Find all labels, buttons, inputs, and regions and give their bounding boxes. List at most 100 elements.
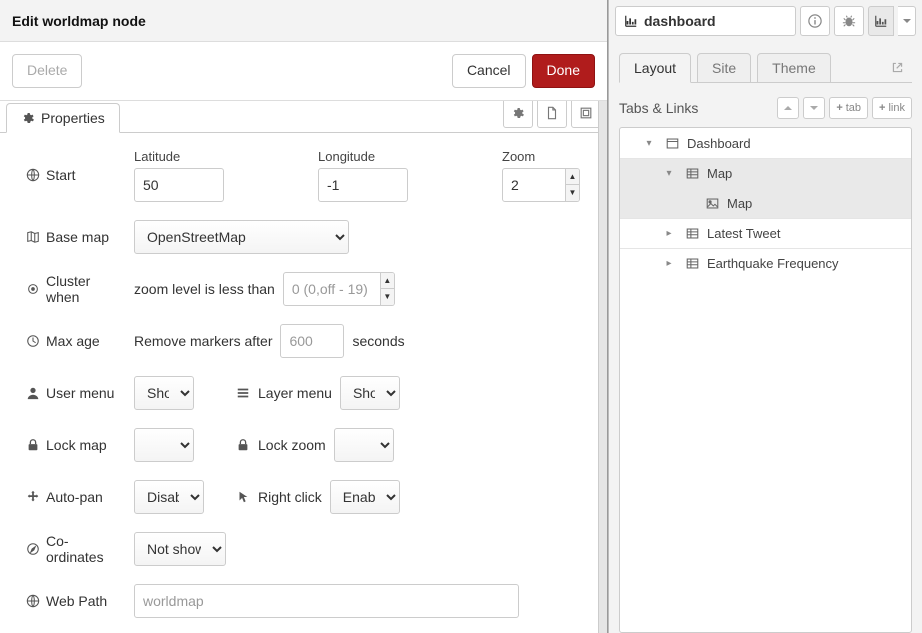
input-latitude[interactable] [134, 168, 224, 202]
maxage-prefix-text: Remove markers after [134, 333, 272, 349]
grid-icon [686, 257, 699, 270]
arrows-icon [26, 490, 40, 504]
chevron-down-icon: ▾ [660, 168, 678, 179]
cluster-spinner[interactable]: ▲▼ [381, 272, 395, 306]
map-icon [26, 230, 40, 244]
sidebar: dashboard Layout Site Theme Tabs & Links [608, 0, 922, 633]
input-maxage[interactable] [280, 324, 344, 358]
bars-icon [236, 386, 250, 400]
lock-icon [26, 438, 40, 452]
row-locks: Lock map Lock zoom [26, 428, 599, 462]
gear-icon [21, 111, 35, 125]
editor-title: Edit worldmap node [12, 13, 146, 29]
grid-icon [686, 167, 699, 180]
info-icon [808, 14, 822, 28]
scrollbar-thumb[interactable] [600, 391, 606, 531]
user-icon [26, 386, 40, 400]
add-link-button[interactable]: +link [872, 97, 912, 119]
delete-button[interactable]: Delete [12, 54, 82, 88]
done-button[interactable]: Done [532, 54, 595, 88]
cluster-prefix-text: zoom level is less than [134, 281, 275, 297]
form-area: Start Latitude Longitude Zoom ▲▼ [0, 133, 607, 633]
tab-layout[interactable]: Layout [619, 53, 691, 83]
tabs-links-title: Tabs & Links [619, 100, 698, 116]
caret-down-icon [903, 17, 911, 25]
editor-tab-bar: Properties [0, 101, 607, 133]
editor-dialog: Edit worldmap node Delete Cancel Done Pr… [0, 0, 608, 633]
move-down-button[interactable] [803, 97, 825, 119]
chart-icon [624, 14, 638, 28]
node-appearance-button[interactable] [571, 101, 601, 128]
globe-icon [26, 594, 40, 608]
layout-tree-scroll[interactable]: ▾ Dashboard ▾ Map Map ▸ Late [620, 128, 911, 632]
dashboard-view-caret[interactable] [898, 6, 916, 36]
tab-theme[interactable]: Theme [757, 53, 831, 83]
row-autopan: Auto-pan Disable Right click Enable [26, 480, 599, 514]
select-basemap[interactable]: OpenStreetMap [134, 220, 349, 254]
image-icon [706, 197, 719, 210]
select-lockzoom[interactable] [334, 428, 394, 462]
input-longitude[interactable] [318, 168, 408, 202]
tree-node-earthquake[interactable]: ▸ Earthquake Frequency [620, 248, 911, 278]
label-cluster: Cluster when [26, 273, 126, 305]
node-settings-button[interactable] [503, 101, 533, 128]
select-lockmap[interactable] [134, 428, 194, 462]
pointer-icon [236, 490, 250, 504]
row-coords: Co-ordinates Not shown [26, 532, 599, 566]
window-icon [666, 137, 679, 150]
zoom-spinner[interactable]: ▲▼ [566, 168, 580, 202]
editor-body: Properties Start [0, 101, 607, 633]
tree-node-latest-tweet[interactable]: ▸ Latest Tweet [620, 218, 911, 248]
label-autopan: Auto-pan [26, 489, 126, 505]
select-autopan[interactable]: Disable [134, 480, 204, 514]
caret-up-icon [784, 104, 792, 112]
sidebar-topbar: dashboard [609, 0, 922, 42]
select-rightclick[interactable]: Enable [330, 480, 400, 514]
input-webpath[interactable] [134, 584, 519, 618]
node-docs-button[interactable] [537, 101, 567, 128]
input-zoom[interactable] [502, 168, 566, 202]
caret-down-icon [810, 104, 818, 112]
tab-properties[interactable]: Properties [6, 103, 120, 133]
clock-icon [26, 334, 40, 348]
file-icon [545, 106, 559, 120]
info-button[interactable] [800, 6, 830, 36]
select-coords[interactable]: Not shown [134, 532, 226, 566]
globe-icon [26, 168, 40, 182]
editor-actions: Delete Cancel Done [0, 42, 607, 101]
select-layermenu[interactable]: Show [340, 376, 400, 410]
move-up-button[interactable] [777, 97, 799, 119]
label-usermenu: User menu [26, 385, 126, 401]
grid-icon [686, 227, 699, 240]
editor-header: Edit worldmap node [0, 0, 607, 42]
dashboard-view-button[interactable] [868, 6, 894, 36]
tree-node-dashboard[interactable]: ▾ Dashboard [620, 128, 911, 158]
label-lockzoom: Lock zoom [236, 437, 326, 453]
label-latitude: Latitude [134, 149, 224, 164]
label-webpath: Web Path [26, 593, 126, 609]
tree-node-map-widget[interactable]: Map [620, 188, 911, 218]
compass-icon [26, 542, 40, 556]
sidebar-body: Layout Site Theme Tabs & Links +tab +lin… [609, 42, 922, 633]
add-tab-button[interactable]: +tab [829, 97, 868, 119]
select-usermenu[interactable]: Show [134, 376, 194, 410]
cancel-button[interactable]: Cancel [452, 54, 526, 88]
tab-site[interactable]: Site [697, 53, 751, 83]
label-rightclick: Right click [236, 489, 322, 505]
label-maxage: Max age [26, 333, 126, 349]
chart-icon [874, 14, 888, 28]
lock-icon [236, 438, 250, 452]
row-menus: User menu Show Layer menu Show [26, 376, 599, 410]
group-longitude: Longitude [318, 149, 408, 202]
label-layermenu: Layer menu [236, 385, 332, 401]
label-lockmap: Lock map [26, 437, 126, 453]
plus-icon: + [879, 102, 885, 114]
open-external-button[interactable] [882, 52, 912, 82]
label-basemap: Base map [26, 229, 126, 245]
debug-button[interactable] [834, 6, 864, 36]
sidebar-title[interactable]: dashboard [615, 6, 796, 36]
maxage-suffix-text: seconds [352, 333, 404, 349]
tree-node-map-group[interactable]: ▾ Map [620, 158, 911, 188]
input-cluster-zoom[interactable] [283, 272, 381, 306]
label-start: Start [26, 167, 126, 183]
